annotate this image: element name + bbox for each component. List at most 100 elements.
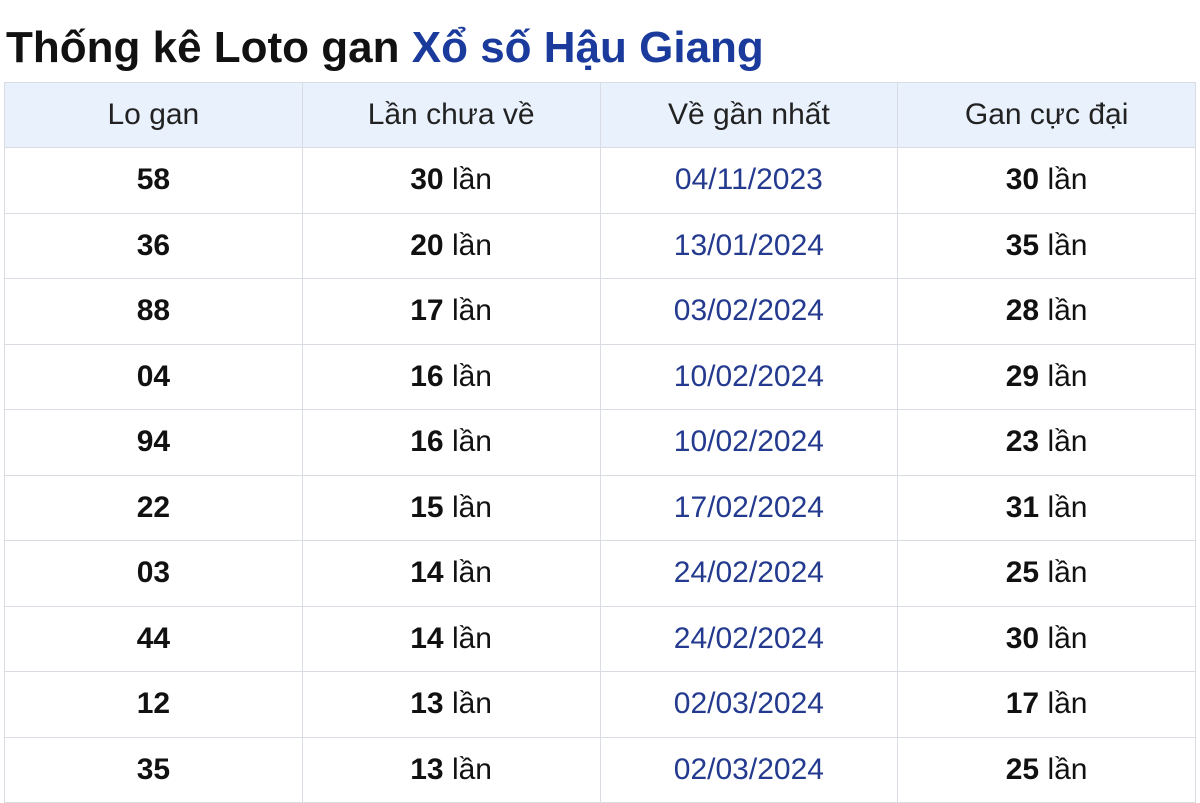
cuc-dai-count: 28 <box>1005 294 1040 328</box>
table-row: 04 16 lần 10/02/2024 29 lần <box>4 343 1196 410</box>
unit-label: lần <box>1047 359 1088 393</box>
table-row: 35 13 lần 02/03/2024 25 lần <box>4 736 1196 803</box>
cell-lo-gan: 44 <box>4 605 303 672</box>
unit-label: lần <box>451 425 492 459</box>
table-row: 22 15 lần 17/02/2024 31 lần <box>4 474 1196 541</box>
cell-lan-chua-ve: 13 lần <box>301 736 601 803</box>
cuc-dai-count: 29 <box>1005 359 1040 393</box>
lo-number: 58 <box>136 163 171 197</box>
cuc-dai-count: 30 <box>1005 163 1040 197</box>
cuc-dai-count: 23 <box>1005 425 1040 459</box>
unit-label: lần <box>451 163 492 197</box>
lottery-link[interactable]: Xổ số Hậu Giang <box>412 23 764 72</box>
cuc-dai-count: 25 <box>1005 752 1040 786</box>
chua-ve-count: 16 <box>410 425 444 459</box>
cell-lo-gan: 12 <box>4 671 303 738</box>
lo-number: 22 <box>136 490 171 524</box>
chua-ve-count: 20 <box>410 228 444 262</box>
header-gan-cuc-dai: Gan cực đại <box>897 82 1196 148</box>
cell-ve-gan-nhat: 13/01/2024 <box>599 212 899 279</box>
lo-number: 03 <box>136 556 171 590</box>
cell-lo-gan: 04 <box>4 343 303 410</box>
cuc-dai-count: 25 <box>1005 556 1040 590</box>
chua-ve-count: 30 <box>410 163 444 197</box>
table-row: 44 14 lần 24/02/2024 30 lần <box>4 605 1196 672</box>
chua-ve-count: 13 <box>410 687 444 721</box>
unit-label: lần <box>1047 163 1088 197</box>
cell-ve-gan-nhat: 03/02/2024 <box>599 278 899 345</box>
unit-label: lần <box>451 556 492 590</box>
cell-ve-gan-nhat: 24/02/2024 <box>599 605 899 672</box>
table-body: 58 30 lần 04/11/2023 30 lần 36 20 lần 13/01/20… <box>4 147 1196 803</box>
last-date-link[interactable]: 13/01/2024 <box>674 229 824 262</box>
unit-label: lần <box>451 359 492 393</box>
unit-label: lần <box>451 490 492 524</box>
chua-ve-count: 14 <box>410 556 444 590</box>
cell-ve-gan-nhat: 24/02/2024 <box>599 540 899 607</box>
cell-gan-cuc-dai: 25 lần <box>897 736 1196 803</box>
title-prefix: Thống kê Loto gan <box>6 23 400 72</box>
last-date-link[interactable]: 02/03/2024 <box>674 687 824 720</box>
header-lan-chua-ve: Lần chưa về <box>301 82 601 148</box>
cuc-dai-count: 35 <box>1005 228 1040 262</box>
last-date-link[interactable]: 02/03/2024 <box>674 753 824 786</box>
cell-lo-gan: 22 <box>4 474 303 541</box>
chua-ve-count: 17 <box>410 294 444 328</box>
cell-gan-cuc-dai: 23 lần <box>897 409 1196 476</box>
table-row: 36 20 lần 13/01/2024 35 lần <box>4 212 1196 279</box>
table-row: 58 30 lần 04/11/2023 30 lần <box>4 147 1196 214</box>
lo-number: 35 <box>136 752 171 786</box>
cell-lan-chua-ve: 15 lần <box>301 474 601 541</box>
chua-ve-count: 13 <box>410 752 444 786</box>
unit-label: lần <box>451 228 492 262</box>
chua-ve-count: 14 <box>410 621 444 655</box>
cell-gan-cuc-dai: 30 lần <box>897 605 1196 672</box>
cell-lo-gan: 03 <box>4 540 303 607</box>
cell-lo-gan: 94 <box>4 409 303 476</box>
cuc-dai-count: 31 <box>1005 490 1040 524</box>
unit-label: lần <box>1047 294 1088 328</box>
unit-label: lần <box>1047 490 1088 524</box>
lo-number: 94 <box>136 425 171 459</box>
cell-ve-gan-nhat: 17/02/2024 <box>599 474 899 541</box>
unit-label: lần <box>451 687 492 721</box>
cell-lan-chua-ve: 14 lần <box>301 605 601 672</box>
chua-ve-count: 16 <box>410 359 444 393</box>
header-lo-gan: Lo gan <box>4 82 303 148</box>
cell-lo-gan: 58 <box>4 147 303 214</box>
last-date-link[interactable]: 24/02/2024 <box>674 556 824 589</box>
lo-number: 88 <box>136 294 171 328</box>
cell-ve-gan-nhat: 04/11/2023 <box>599 147 899 214</box>
unit-label: lần <box>451 752 492 786</box>
cell-lan-chua-ve: 14 lần <box>301 540 601 607</box>
last-date-link[interactable]: 17/02/2024 <box>674 491 824 524</box>
cell-lo-gan: 88 <box>4 278 303 345</box>
table-row: 12 13 lần 02/03/2024 17 lần <box>4 671 1196 738</box>
cell-gan-cuc-dai: 17 lần <box>897 671 1196 738</box>
last-date-link[interactable]: 03/02/2024 <box>674 294 824 327</box>
cell-lo-gan: 35 <box>4 736 303 803</box>
lo-number: 36 <box>136 228 171 262</box>
chua-ve-count: 15 <box>410 490 444 524</box>
lo-number: 04 <box>136 359 171 393</box>
cell-ve-gan-nhat: 10/02/2024 <box>599 343 899 410</box>
unit-label: lần <box>1047 687 1088 721</box>
cuc-dai-count: 17 <box>1005 687 1040 721</box>
last-date-link[interactable]: 10/02/2024 <box>674 425 824 458</box>
last-date-link[interactable]: 04/11/2023 <box>675 163 823 196</box>
table-header-row: Lo gan Lần chưa về Về gần nhất Gan cực đ… <box>4 82 1196 148</box>
cell-lan-chua-ve: 17 lần <box>301 278 601 345</box>
cell-lan-chua-ve: 20 lần <box>301 212 601 279</box>
cell-gan-cuc-dai: 35 lần <box>897 212 1196 279</box>
last-date-link[interactable]: 10/02/2024 <box>674 360 824 393</box>
cell-lan-chua-ve: 13 lần <box>301 671 601 738</box>
cell-lan-chua-ve: 30 lần <box>301 147 601 214</box>
table-row: 88 17 lần 03/02/2024 28 lần <box>4 278 1196 345</box>
unit-label: lần <box>1047 228 1088 262</box>
lo-number: 12 <box>136 687 171 721</box>
last-date-link[interactable]: 24/02/2024 <box>674 622 824 655</box>
loto-gan-table: Lo gan Lần chưa về Về gần nhất Gan cực đ… <box>4 82 1196 803</box>
page-title: Thống kê Loto gan Xổ số Hậu Giang <box>6 18 764 78</box>
unit-label: lần <box>1047 556 1088 590</box>
header-ve-gan-nhat: Về gần nhất <box>599 82 899 148</box>
